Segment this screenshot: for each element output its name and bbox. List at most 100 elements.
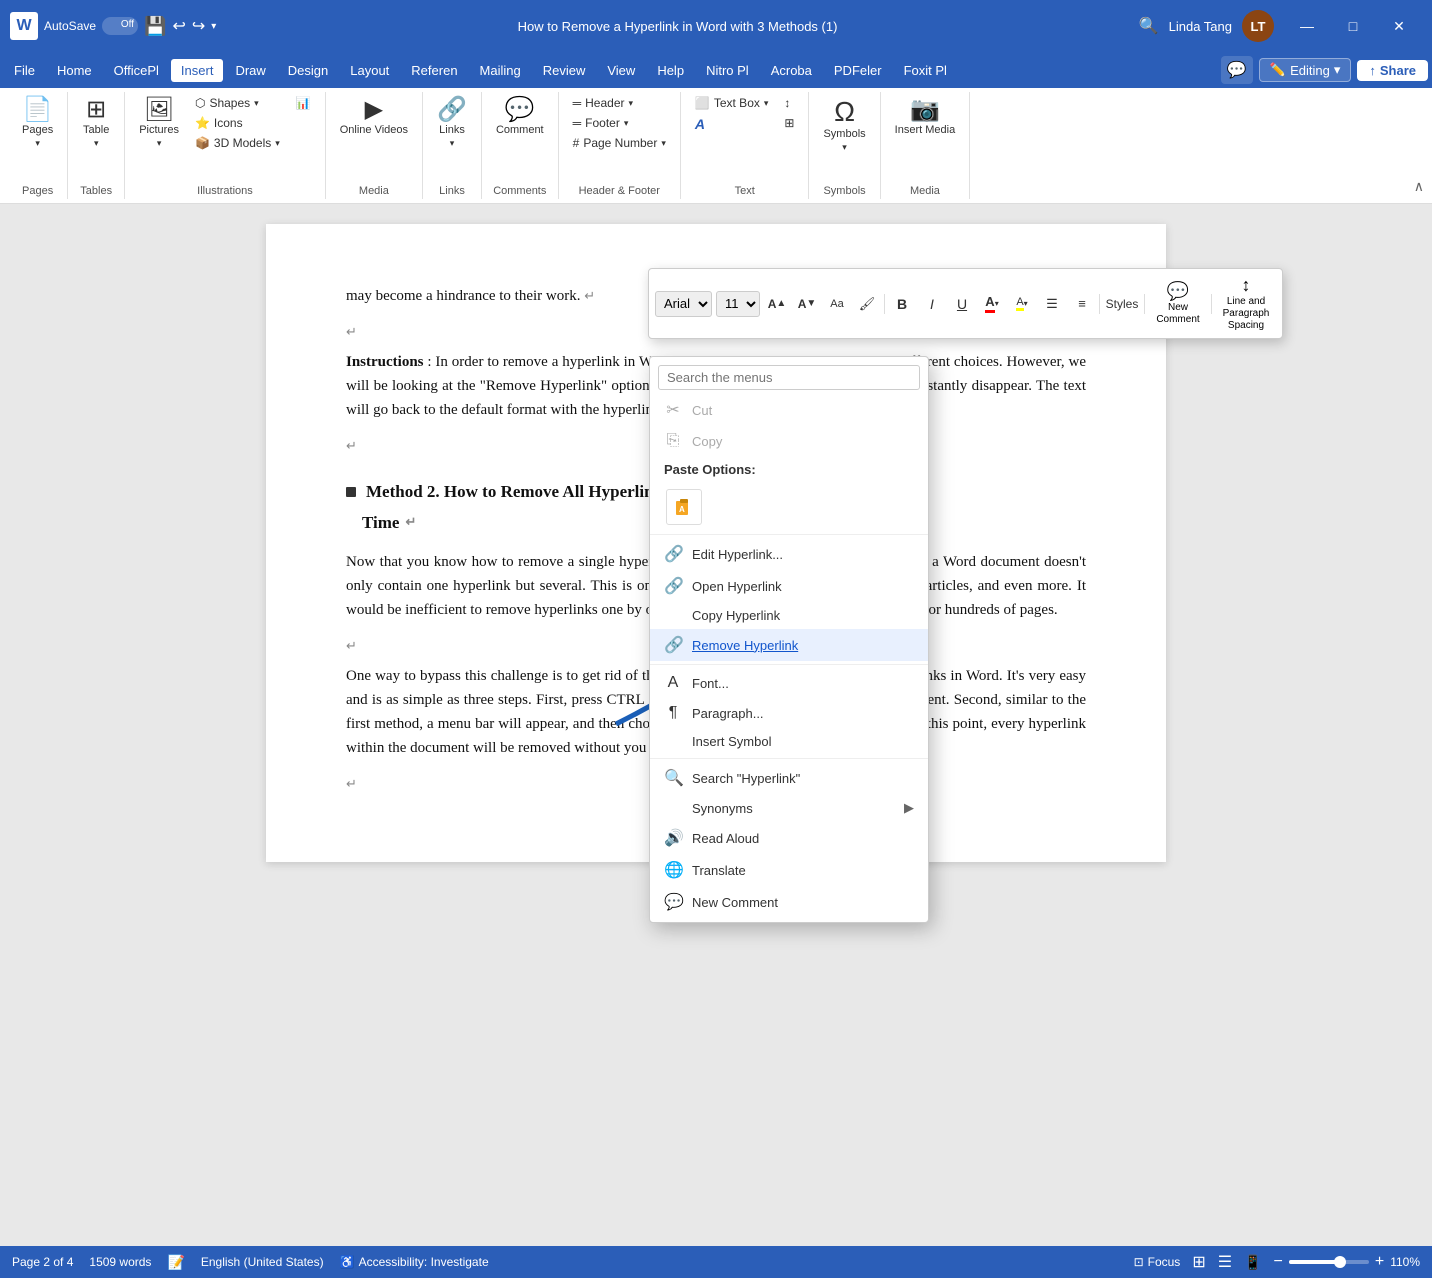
- menu-referen[interactable]: Referen: [401, 59, 467, 82]
- copy-menu-item[interactable]: ⎘ Copy: [650, 426, 928, 456]
- highlight-color-button[interactable]: A ▾: [1009, 291, 1035, 317]
- menu-help[interactable]: Help: [647, 59, 694, 82]
- menu-draw[interactable]: Draw: [225, 59, 275, 82]
- remove-hyperlink-item[interactable]: 🔗 Remove Hyperlink: [650, 629, 928, 661]
- insert-media-button[interactable]: 📷 Insert Media: [889, 94, 962, 140]
- insert-media-icon: 📷: [910, 98, 940, 122]
- new-comment-item[interactable]: 💬 New Comment: [650, 886, 928, 918]
- ribbon-expand-icon[interactable]: ∧: [1414, 178, 1424, 195]
- accessibility[interactable]: ♿ Accessibility: Investigate: [340, 1255, 489, 1269]
- pages-icon: 📄: [23, 98, 53, 122]
- new-comment-toolbar-button[interactable]: 💬 New Comment: [1149, 279, 1207, 328]
- comment-button[interactable]: 💬 Comment: [490, 94, 550, 140]
- search-hyperlink-item[interactable]: 🔍 Search "Hyperlink": [650, 762, 928, 794]
- font-color-button[interactable]: A ▾: [979, 291, 1005, 317]
- font-size-select[interactable]: 11: [716, 291, 760, 317]
- menu-foxit[interactable]: Foxit Pl: [894, 59, 957, 82]
- user-avatar[interactable]: LT: [1242, 10, 1274, 42]
- menu-officepl[interactable]: OfficePl: [104, 59, 169, 82]
- header-button[interactable]: ═ Header ▾: [567, 94, 672, 112]
- paste-keep-source-button[interactable]: A: [666, 489, 702, 525]
- save-button[interactable]: 💾: [144, 16, 166, 37]
- online-videos-button[interactable]: ▶ Online Videos: [334, 94, 414, 140]
- menu-home[interactable]: Home: [47, 59, 102, 82]
- menu-review[interactable]: Review: [533, 59, 596, 82]
- redo-button[interactable]: ↪: [192, 16, 205, 36]
- undo-button[interactable]: ↩: [172, 16, 185, 36]
- comments-button[interactable]: 💬: [1221, 56, 1253, 84]
- view-layout-icon[interactable]: ⊞: [1192, 1252, 1205, 1272]
- menu-pdffeler[interactable]: PDFeler: [824, 59, 892, 82]
- underline-button[interactable]: U: [949, 291, 975, 317]
- symbols-button[interactable]: Ω Symbols ▾: [817, 94, 871, 157]
- table-button[interactable]: ⊞ Table ▾: [76, 94, 116, 153]
- pictures-button[interactable]: 🖼 Pictures ▾: [133, 94, 185, 153]
- 3dmodels-button[interactable]: 📦 3D Models ▾: [189, 134, 286, 152]
- zoom-in-button[interactable]: +: [1375, 1253, 1384, 1271]
- bold-button[interactable]: B: [889, 291, 915, 317]
- menu-acrobat[interactable]: Acroba: [761, 59, 822, 82]
- minimize-button[interactable]: —: [1284, 10, 1330, 42]
- drop-cap-button[interactable]: ↕: [778, 94, 800, 112]
- italic-button[interactable]: I: [919, 291, 945, 317]
- icons-button[interactable]: ⭐ Icons: [189, 114, 286, 132]
- autosave-toggle[interactable]: [102, 17, 138, 35]
- context-menu-search[interactable]: [658, 365, 920, 390]
- footer-button[interactable]: ═ Footer ▾: [567, 114, 672, 132]
- translate-item[interactable]: 🌐 Translate: [650, 854, 928, 886]
- share-label: Share: [1380, 63, 1416, 78]
- maximize-button[interactable]: □: [1330, 10, 1376, 42]
- menu-view[interactable]: View: [597, 59, 645, 82]
- signature-button[interactable]: ⊞: [778, 114, 800, 132]
- pages-button[interactable]: 📄 Pages ▾: [16, 94, 59, 153]
- language[interactable]: English (United States): [201, 1255, 324, 1269]
- menu-design[interactable]: Design: [278, 59, 338, 82]
- view-mode-icon[interactable]: ☰: [1218, 1252, 1232, 1272]
- chart-button[interactable]: 📊: [290, 94, 317, 112]
- focus-button[interactable]: ⊡ Focus: [1134, 1255, 1181, 1269]
- shapes-button[interactable]: ⬡ Shapes ▾: [189, 94, 286, 112]
- zoom-out-button[interactable]: −: [1274, 1253, 1283, 1271]
- footer-arrow: ▾: [624, 118, 629, 129]
- open-hyperlink-item[interactable]: 🔗 Open Hyperlink: [650, 570, 928, 602]
- highlight-format-button[interactable]: 🖌: [854, 291, 880, 317]
- insert-symbol-item[interactable]: Insert Symbol: [650, 728, 928, 755]
- share-button[interactable]: ↑ Share: [1357, 60, 1428, 81]
- quick-access-dropdown[interactable]: ▾: [211, 21, 216, 32]
- decrease-font-size-button[interactable]: A▼: [794, 291, 820, 317]
- title-bar: W AutoSave 💾 ↩ ↪ ▾ How to Remove a Hyper…: [0, 0, 1432, 52]
- numbering-list-button[interactable]: ≡: [1069, 291, 1095, 317]
- text-box-button[interactable]: ⬜ Text Box ▾: [689, 94, 775, 112]
- para-mark-7: ↵: [346, 776, 357, 791]
- read-aloud-item[interactable]: 🔊 Read Aloud: [650, 822, 928, 854]
- word-art-button[interactable]: A: [689, 114, 775, 134]
- edit-hyperlink-item[interactable]: 🔗 Edit Hyperlink...: [650, 538, 928, 570]
- paragraph-item[interactable]: ¶ Paragraph...: [650, 698, 928, 728]
- increase-font-size-button[interactable]: A▲: [764, 291, 790, 317]
- synonyms-item[interactable]: Synonyms ▶: [650, 794, 928, 822]
- search-icon[interactable]: 🔍: [1139, 16, 1159, 36]
- toolbar-divider-2: [1099, 294, 1100, 314]
- font-family-select[interactable]: Arial: [655, 291, 712, 317]
- editing-mode-button[interactable]: ✏️ Editing ▾: [1259, 58, 1351, 82]
- view-mobile-icon[interactable]: 📱: [1244, 1254, 1261, 1271]
- page-number-button[interactable]: # Page Number ▾: [567, 134, 672, 152]
- line-paragraph-spacing-button[interactable]: ↕ Line and Paragraph Spacing: [1216, 273, 1276, 334]
- links-button[interactable]: 🔗 Links ▾: [431, 94, 473, 153]
- zoom-slider[interactable]: [1289, 1260, 1369, 1264]
- ribbon-expand[interactable]: ∧: [1414, 92, 1424, 199]
- menu-layout[interactable]: Layout: [340, 59, 399, 82]
- close-button[interactable]: ✕: [1376, 10, 1422, 42]
- font-item[interactable]: A Font...: [650, 668, 928, 698]
- font-format-aa-button[interactable]: Aa: [824, 291, 850, 317]
- copy-hyperlink-item[interactable]: Copy Hyperlink: [650, 602, 928, 629]
- styles-button[interactable]: Styles: [1104, 291, 1140, 317]
- ribbon-group-links: 🔗 Links ▾ Links: [423, 92, 482, 199]
- spell-check-icon[interactable]: 📝: [167, 1254, 184, 1271]
- menu-insert[interactable]: Insert: [171, 59, 224, 82]
- cut-menu-item[interactable]: ✂ Cut: [650, 394, 928, 426]
- menu-mailing[interactable]: Mailing: [470, 59, 531, 82]
- menu-file[interactable]: File: [4, 59, 45, 82]
- menu-nitro[interactable]: Nitro Pl: [696, 59, 759, 82]
- bullet-list-button[interactable]: ☰: [1039, 291, 1065, 317]
